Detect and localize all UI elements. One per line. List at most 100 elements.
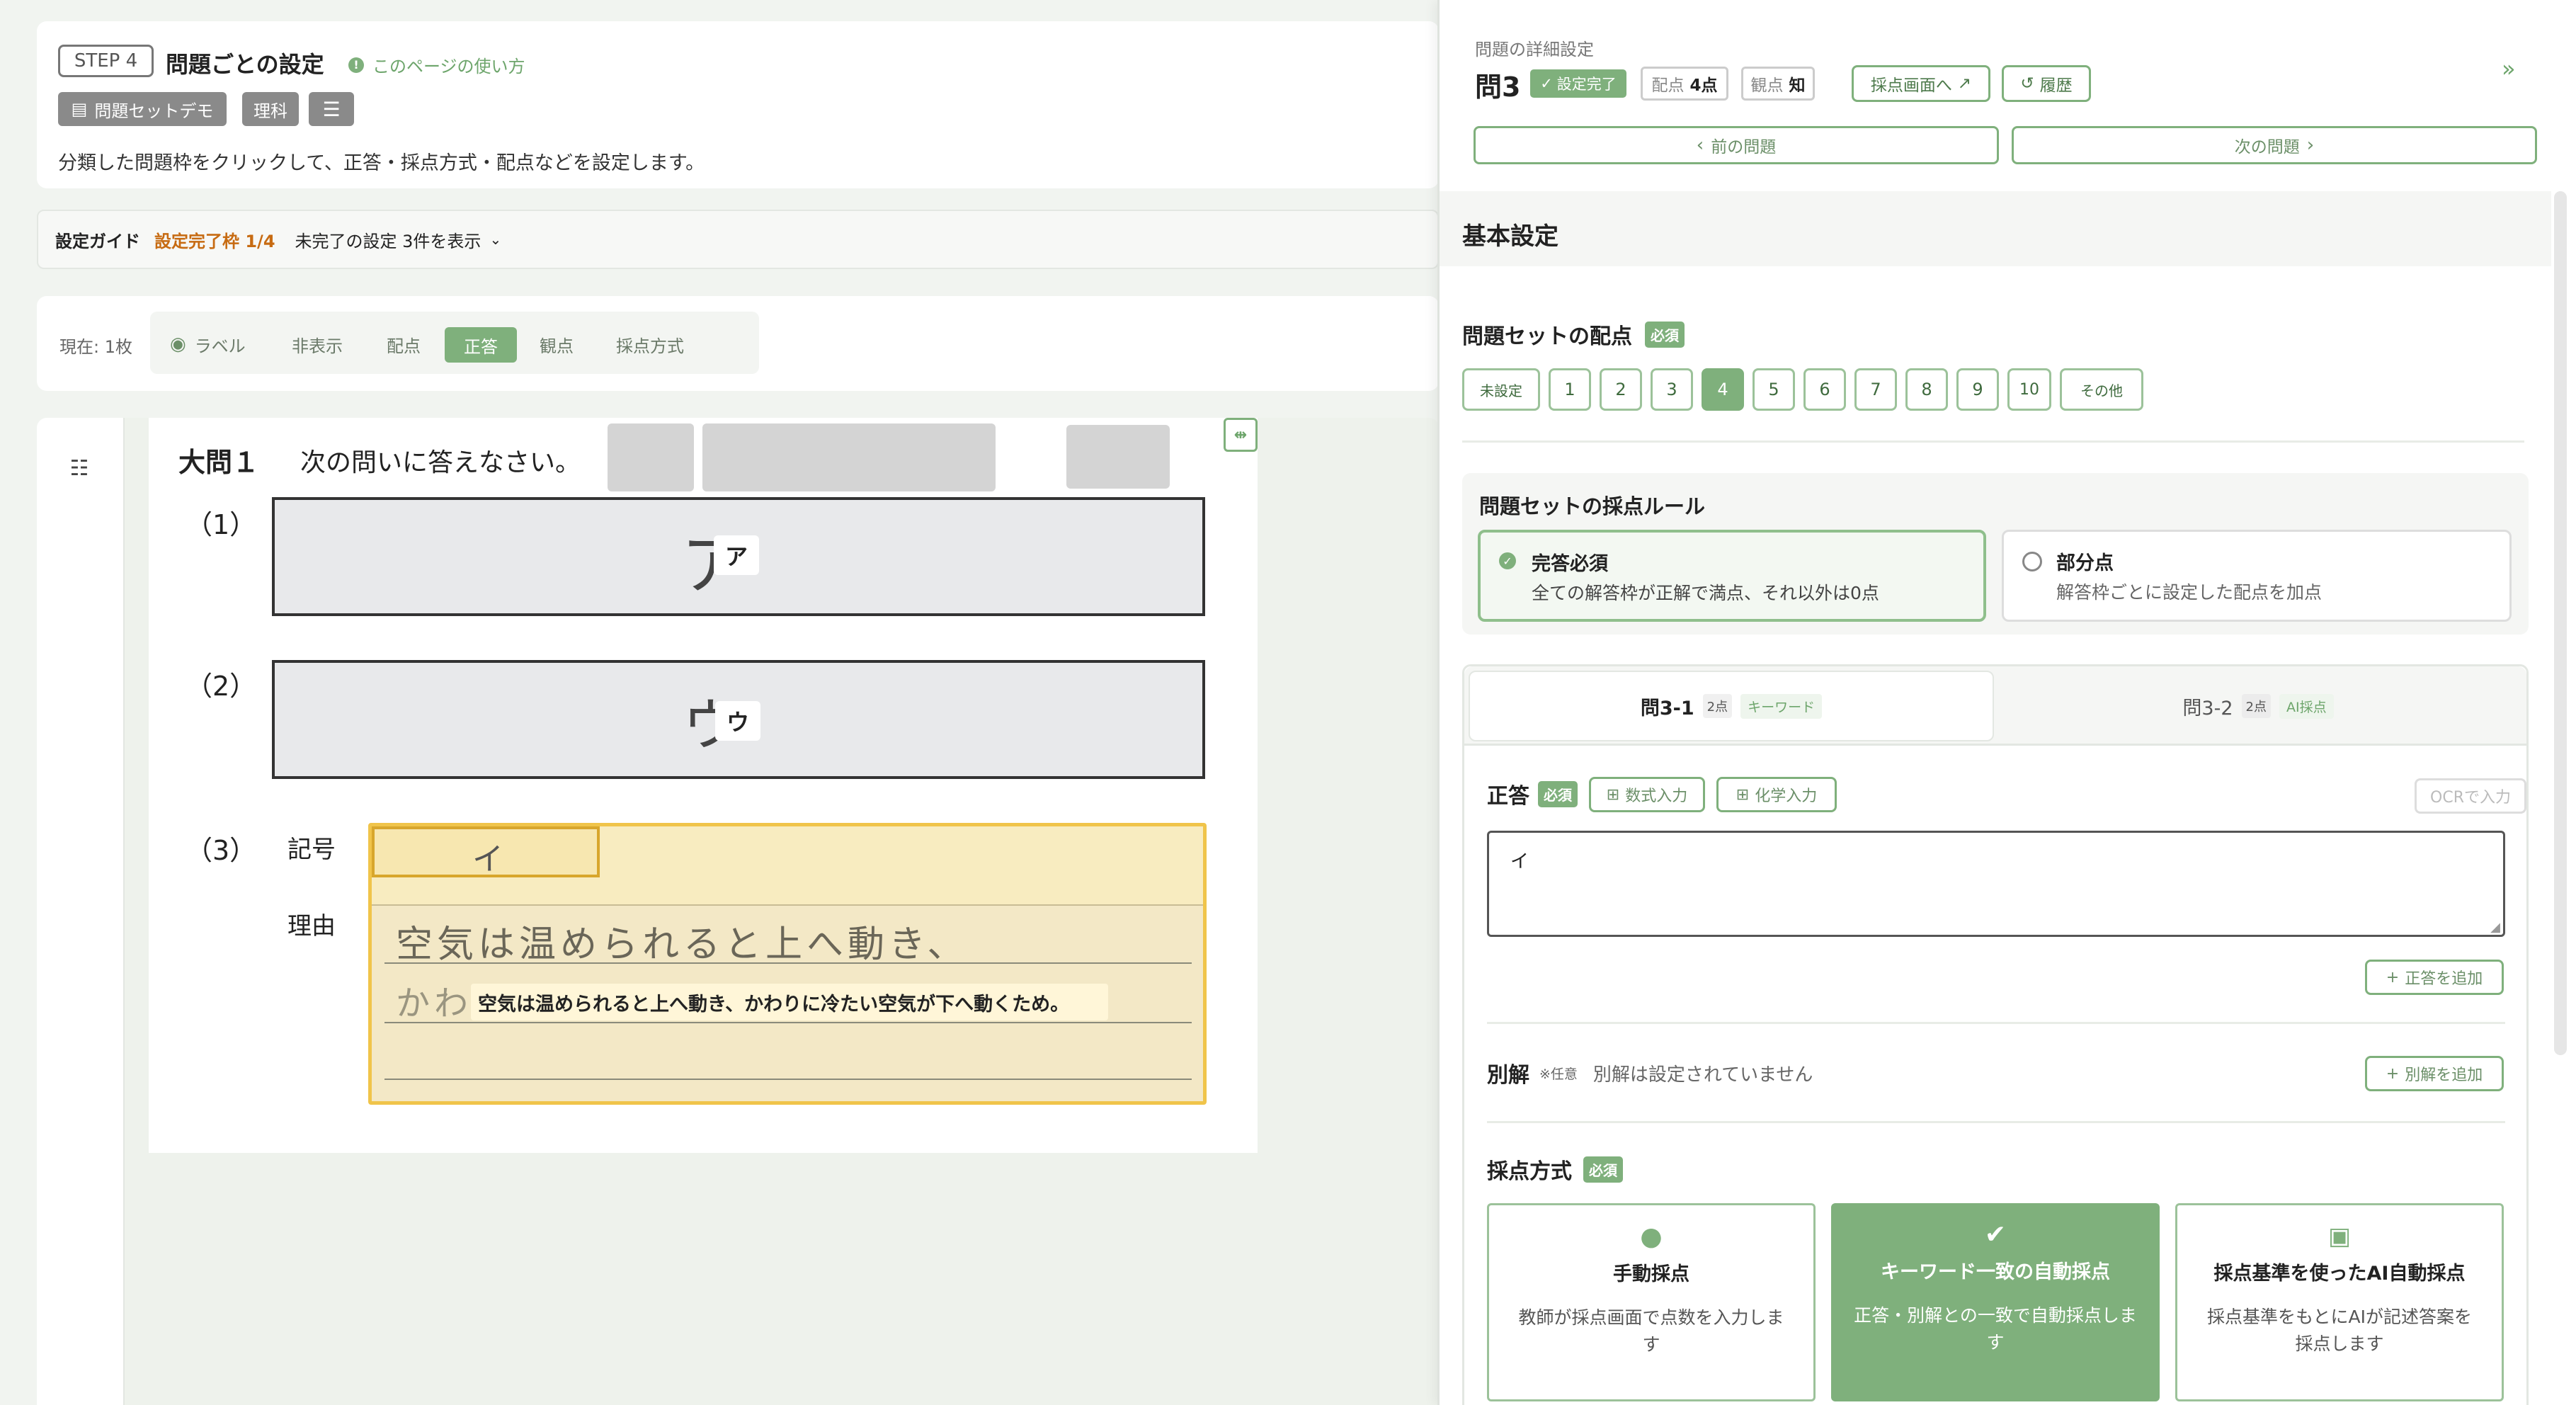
- q3-recognized-chip: 空気は温められると上へ動き、かわりに冷たい空気が下へ動くため。: [471, 984, 1108, 1020]
- answer-textarea[interactable]: イ ◢: [1487, 831, 2505, 937]
- check-icon: ✓: [1540, 75, 1553, 92]
- prev-question-label: 前の問題: [1711, 138, 1777, 157]
- points-option-2[interactable]: 2: [1600, 368, 1642, 411]
- tab-points[interactable]: 配点: [387, 330, 421, 358]
- divider: [1487, 1022, 2505, 1024]
- scoring-rule-title: 問題セットの採点ルール: [1479, 494, 1706, 518]
- q1-label: （1）: [186, 509, 257, 540]
- sheet-toolbar: 現在: 1枚 ◉ ラベル 非表示 配点 正答 観点 採点方式: [37, 296, 1439, 391]
- points-badge: 配点 4点: [1641, 67, 1728, 101]
- points-option-other[interactable]: その他: [2060, 368, 2143, 411]
- problem-set-tag[interactable]: ▤ 問題セットデモ: [58, 92, 227, 126]
- rule-partial[interactable]: 部分点 解答枠ごとに設定した配点を加点: [2002, 530, 2512, 622]
- ruled-line: [384, 1022, 1192, 1023]
- method-keyword-desc: 正答・別解との一致で自動採点します: [1854, 1305, 2137, 1353]
- subtab-3-2[interactable]: 問3-2 2点 AI採点: [1995, 671, 2521, 741]
- next-question-button[interactable]: 次の問題 ›: [2012, 126, 2537, 164]
- answer-title-text: 正答: [1487, 784, 1529, 809]
- history-button[interactable]: ↺ 履歴: [2002, 65, 2091, 102]
- collapse-panel-icon[interactable]: »: [2502, 55, 2516, 82]
- add-answer-label: 正答を追加: [2405, 970, 2483, 988]
- basic-settings-header: 基本設定: [1440, 191, 2551, 266]
- resize-grip-icon[interactable]: ◢: [2490, 920, 2500, 935]
- subtab-3-2-points: 2点: [2241, 694, 2271, 718]
- detail-panel: 問題の詳細設定 問3 ✓ 設定完了 配点 4点 観点 知 採点画面へ ↗ ↺ 履…: [1437, 0, 2576, 1405]
- resize-handle-icon[interactable]: ⇹: [1224, 418, 1258, 452]
- subtab-3-1[interactable]: 問3-1 2点 キーワード: [1469, 671, 1994, 741]
- answer-text: イ: [1510, 851, 1529, 872]
- q3-label: （3）: [186, 835, 257, 866]
- tab-label[interactable]: ◉ ラベル: [170, 330, 246, 358]
- required-badge: 必須: [1645, 321, 1685, 348]
- rule-all-correct[interactable]: ✓ 完答必須 全ての解答枠が正解で満点、それ以外は0点: [1478, 530, 1986, 622]
- points-option-unset[interactable]: 未設定: [1462, 368, 1540, 411]
- add-alt-answer-button[interactable]: + 別解を追加: [2365, 1056, 2504, 1091]
- tab-answer[interactable]: 正答: [445, 327, 517, 363]
- q2-label: （2）: [186, 671, 257, 702]
- list-view-button[interactable]: ☰: [309, 92, 354, 126]
- ruled-line: [384, 962, 1192, 964]
- tab-hidden[interactable]: 非表示: [292, 330, 343, 358]
- points-option-10[interactable]: 10: [2007, 368, 2051, 411]
- header-card: STEP 4 問題ごとの設定 ! このページの使い方 ▤ 問題セットデモ 理科 …: [37, 21, 1439, 188]
- subtab-3-1-points: 2点: [1702, 694, 1733, 718]
- viewpoint-badge-label: 観点: [1750, 76, 1784, 95]
- divider: [1487, 1121, 2505, 1123]
- subquestion-card: 問3-1 2点 キーワード 問3-2 2点 AI採点 正答 必須 ⊞ 数式入力 …: [1462, 664, 2529, 1405]
- help-link[interactable]: ! このページの使い方: [348, 52, 525, 77]
- points-option-8[interactable]: 8: [1905, 368, 1948, 411]
- page-description: 分類した問題枠をクリックして、正答・採点方式・配点などを設定します。: [58, 152, 705, 174]
- points-option-1[interactable]: 1: [1549, 368, 1591, 411]
- q2-answer-box[interactable]: ウ ウ: [272, 660, 1205, 779]
- points-option-9[interactable]: 9: [1956, 368, 1999, 411]
- side-rail: ☷: [37, 418, 125, 1405]
- points-option-3[interactable]: 3: [1651, 368, 1693, 411]
- points-option-5[interactable]: 5: [1753, 368, 1795, 411]
- instruction-text: 次の問いに答えなさい。: [300, 448, 581, 477]
- method-ai-desc: 採点基準をもとにAIが記述答案を採点します: [2207, 1307, 2472, 1354]
- rule-all-desc: 全ての解答枠が正解で満点、それ以外は0点: [1532, 583, 1879, 603]
- points-option-4[interactable]: 4: [1702, 368, 1744, 411]
- alt-answer-title: 別解: [1487, 1063, 1529, 1088]
- rule-partial-desc: 解答枠ごとに設定した配点を加点: [2056, 582, 2323, 603]
- ruled-line: [384, 1079, 1192, 1080]
- q3-symbol-box[interactable]: イ: [372, 826, 600, 877]
- ocr-input-button[interactable]: OCRで入力: [2415, 778, 2526, 814]
- incomplete-toggle[interactable]: 未完了の設定 3件を表示 ⌄: [295, 227, 502, 252]
- method-keyword-title: キーワード一致の自動採点: [1881, 1261, 2110, 1283]
- help-link-label: このページの使い方: [372, 57, 525, 76]
- subject-tag[interactable]: 理科: [242, 92, 299, 126]
- scrollbar[interactable]: [2554, 191, 2567, 1055]
- incomplete-toggle-label: 未完了の設定 3件を表示: [295, 231, 481, 251]
- optional-note: ※任意: [1539, 1066, 1578, 1082]
- add-answer-button[interactable]: + 正答を追加: [2365, 960, 2504, 995]
- method-keyword[interactable]: ✔ キーワード一致の自動採点 正答・別解との一致で自動採点します: [1831, 1203, 2160, 1401]
- method-manual[interactable]: ● 手動採点 教師が採点画面で点数を入力します: [1487, 1203, 1816, 1401]
- grading-screen-link-label: 採点画面へ: [1870, 76, 1952, 95]
- method-ai[interactable]: ▣ 採点基準を使ったAI自動採点 採点基準をもとにAIが記述答案を採点します: [2175, 1203, 2504, 1401]
- prev-question-button[interactable]: ‹ 前の問題: [1474, 126, 1999, 164]
- q3-answer-group[interactable]: イ 空気は温められると上へ動き、 かわりに冷たい空気が下へ動くため。 空気は温め…: [368, 823, 1207, 1105]
- flask-icon: ⊞: [1736, 785, 1750, 804]
- chem-input-button[interactable]: ⊞ 化学入力: [1716, 777, 1837, 812]
- q1-answer-box[interactable]: ア ア: [272, 497, 1205, 616]
- tab-grading-method[interactable]: 採点方式: [616, 330, 684, 358]
- plus-icon: +: [2386, 968, 2400, 986]
- tab-viewpoint[interactable]: 観点: [540, 330, 574, 358]
- big-question-title: 大問１: [178, 447, 260, 478]
- points-option-6[interactable]: 6: [1803, 368, 1846, 411]
- grading-screen-link[interactable]: 採点画面へ ↗: [1852, 65, 1990, 102]
- calculator-icon: ⊞: [1606, 785, 1620, 804]
- set-points-title: 問題セットの配点 必須: [1462, 319, 1685, 350]
- alt-answer-row: 別解 ※任意 別解は設定されていません: [1487, 1057, 1813, 1088]
- subtab-3-1-name: 問3-1: [1640, 697, 1694, 719]
- outline-icon[interactable]: ☷: [65, 456, 93, 484]
- workspace: ☷ 大問１ 次の問いに答えなさい。 （1） ア ア （2） ウ ウ （3） 記号…: [37, 418, 1439, 1405]
- q3-symbol-label: 記号: [287, 836, 336, 864]
- panel-heading: 問題の詳細設定: [1475, 40, 1594, 59]
- answer-sheet: 大問１ 次の問いに答えなさい。 （1） ア ア （2） ウ ウ （3） 記号 理…: [149, 418, 1258, 1153]
- chevron-left-icon: ‹: [1696, 135, 1704, 156]
- formula-input-button[interactable]: ⊞ 数式入力: [1589, 777, 1705, 812]
- points-option-7[interactable]: 7: [1854, 368, 1897, 411]
- masked-region: [1066, 425, 1170, 489]
